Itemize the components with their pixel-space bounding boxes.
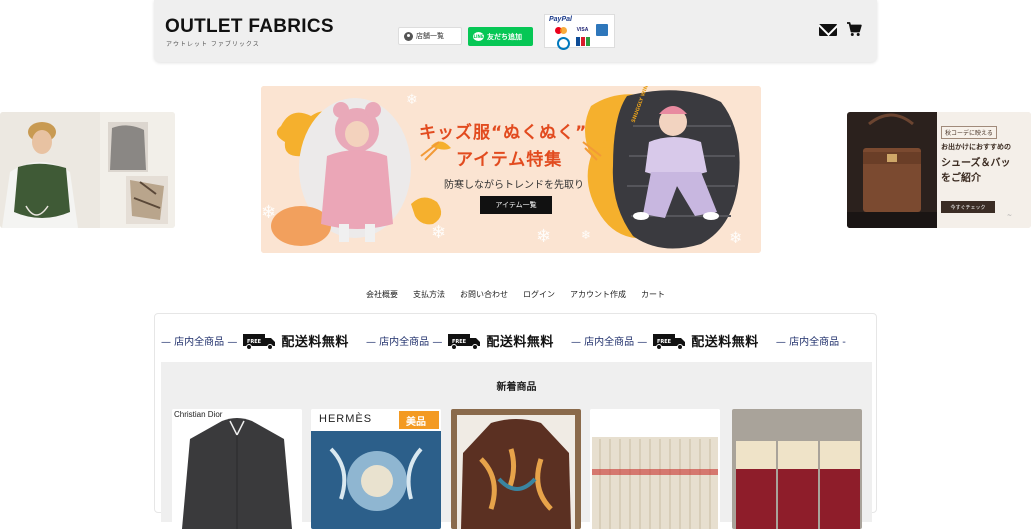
right-banner-badge: 秋コーデに映える	[941, 126, 997, 139]
product-brand-label: Christian Dior	[174, 410, 223, 419]
nav-login[interactable]: ログイン	[523, 289, 555, 300]
truck-free-label: FREE	[452, 339, 467, 345]
ticker-store-text: — 店内全商品 —	[570, 337, 648, 348]
store-icon	[404, 31, 413, 41]
ticker-store-text: — 店内全商品 —	[161, 337, 238, 348]
product-card[interactable]: HERMÈS 美品	[311, 409, 441, 529]
condition-badge: 美品	[406, 417, 426, 428]
store-list-label: 店舗一覧	[416, 32, 444, 40]
bag-photo-right	[847, 112, 1031, 228]
signature-mark: ~	[1007, 212, 1013, 219]
cart-icon[interactable]	[846, 21, 862, 37]
truck-icon: FREE	[653, 333, 686, 350]
ticker-item: — 店内全商品 — FREE 配送料無料	[571, 328, 759, 353]
ticker-store-text: — 店内全商品 -	[775, 337, 846, 348]
product-image	[451, 409, 581, 529]
product-brand-label: HERMÈS	[319, 413, 373, 425]
product-image	[590, 409, 720, 529]
nav-company[interactable]: 会社概要	[366, 289, 398, 300]
payment-methods: PayPal VISA	[544, 14, 615, 50]
footer-nav: 会社概要 支払方法 お問い合わせ ログイン アカウント作成 カート	[0, 289, 1031, 300]
nav-cart[interactable]: カート	[641, 289, 665, 300]
carousel-slide-current[interactable]: ❄ ❄ ❄ ❄ ❄ ❄ SNUGGLY WINTER キッズ服“ぬくぬく” アイ…	[261, 86, 761, 253]
amex-icon	[596, 24, 608, 36]
snowflake-icon: ❄	[581, 228, 592, 242]
product-image	[732, 409, 862, 529]
product-card[interactable]: Christian Dior	[172, 409, 302, 529]
main-content-card: — 店内全商品 — FREE 配送料無料 — 店内全商品 — FREE 配送料無…	[154, 313, 877, 529]
banner-title-line2: アイテム特集	[456, 150, 563, 170]
jcb-icon	[576, 37, 591, 46]
truck-free-label: FREE	[247, 339, 262, 345]
ticker-free-text: 配送料無料	[486, 335, 554, 350]
carousel-slide-next[interactable]: 秋コーデに映える お出かけにおすすめの シューズ＆バッ をご紹介 今すぐチェック…	[847, 112, 1031, 228]
paypal-logo: PayPal	[549, 16, 572, 23]
line-icon: LINE	[473, 32, 484, 41]
nav-create-account[interactable]: アカウント作成	[570, 289, 626, 300]
nav-contact[interactable]: お問い合わせ	[460, 289, 508, 300]
truck-icon: FREE	[243, 333, 276, 350]
truck-icon: FREE	[448, 333, 481, 350]
ticker-free-text: 配送料無料	[691, 335, 759, 350]
snowflake-icon: ❄	[729, 228, 743, 247]
ticker-item: — 店内全商品 — FREE 配送料無料	[366, 328, 554, 353]
banner-item-list-button[interactable]: アイテム一覧	[480, 196, 552, 214]
snowflake-icon: ❄	[261, 202, 277, 223]
snowflake-icon: ❄	[431, 222, 447, 243]
free-shipping-ticker: — 店内全商品 — FREE 配送料無料 — 店内全商品 — FREE 配送料無…	[161, 328, 874, 353]
ticker-store-text: — 店内全商品 —	[365, 337, 443, 348]
product-card[interactable]	[590, 409, 720, 529]
snowflake-icon: ❄	[406, 92, 418, 108]
ticker-free-text: 配送料無料	[281, 335, 349, 350]
banner-title-line1: キッズ服“ぬくぬく”	[419, 123, 588, 143]
fashion-photo-left	[0, 112, 175, 228]
right-banner-line2: シューズ＆バッ	[941, 158, 1011, 169]
store-list-button[interactable]: 店舗一覧	[398, 27, 462, 45]
mail-icon[interactable]	[819, 24, 837, 36]
new-items-section: 新着商品 Christian Dior HERMÈS 美品	[161, 362, 872, 529]
new-items-title: 新着商品	[496, 382, 537, 393]
truck-free-label: FREE	[657, 339, 672, 345]
mastercard-icon	[554, 26, 569, 35]
product-card[interactable]	[451, 409, 581, 529]
nav-payment[interactable]: 支払方法	[413, 289, 445, 300]
product-image	[172, 409, 302, 529]
right-banner-button[interactable]: 今すぐチェック	[941, 201, 995, 213]
banner-subtitle: 防寒しながらトレンドを先取り	[444, 180, 584, 191]
diners-icon	[554, 37, 570, 50]
snowflake-icon: ❄	[536, 226, 552, 247]
right-banner-line3: をご紹介	[941, 173, 981, 184]
ticker-item: — 店内全商品 -	[776, 328, 846, 353]
carousel-slide-prev[interactable]	[0, 112, 175, 228]
site-logo-subtitle: アウトレット ファブリックス	[166, 41, 260, 48]
line-add-friend-label: 友だち追加	[487, 32, 522, 41]
product-card[interactable]	[732, 409, 862, 529]
ticker-item: — 店内全商品 — FREE 配送料無料	[161, 328, 349, 353]
right-banner-line1: お出かけにおすすめの	[941, 143, 1011, 151]
site-header: OUTLET FABRICS アウトレット ファブリックス 店舗一覧 LINE …	[154, 0, 877, 62]
line-add-friend-button[interactable]: LINE 友だち追加	[468, 27, 533, 46]
site-logo[interactable]: OUTLET FABRICS	[165, 16, 334, 38]
visa-icon: VISA	[575, 26, 590, 35]
